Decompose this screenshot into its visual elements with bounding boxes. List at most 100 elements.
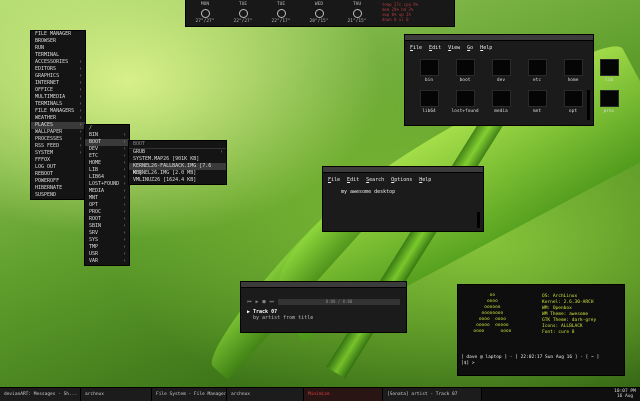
places-item[interactable]: DEV › (85, 146, 129, 153)
menu-item-suspend[interactable]: SUSPEND (31, 192, 85, 199)
menu-item-hibernate[interactable]: HIBERNATE (31, 185, 85, 192)
menu-item-graphics[interactable]: GRAPHICS › (31, 73, 85, 80)
taskbar: devianART: Messages - Sh... archnux File… (0, 387, 640, 401)
menu-edit[interactable]: Edit (429, 45, 441, 51)
places-item[interactable]: MNT › (85, 195, 129, 202)
weather-widget: MON 27°/27° TUE 22°/27° TUE 22°/17° WED 28°/… (185, 0, 455, 27)
places-item[interactable]: LIB64 › (85, 174, 129, 181)
weather-day: TUE 22°/27° (233, 2, 253, 24)
play-icon[interactable]: ▶ (256, 299, 259, 305)
places-item[interactable]: LIB › (85, 167, 129, 174)
folder-icon (455, 59, 475, 76)
menu-item-terminal[interactable]: TERMINAL (31, 52, 85, 59)
prev-icon[interactable]: ⏮ (247, 299, 252, 305)
places-item[interactable]: ETC › (85, 153, 129, 160)
menu-options[interactable]: Options (391, 177, 412, 183)
next-icon[interactable]: ⏭ (270, 299, 275, 305)
task-button[interactable]: [Sonata] artist - Track 07 (383, 388, 482, 401)
menu-help[interactable]: Help (480, 45, 492, 51)
places-item[interactable]: SYS › (85, 237, 129, 244)
clock: 10:07 PM 16 Aug (614, 389, 636, 399)
places-item[interactable]: / (85, 125, 129, 132)
places-item[interactable]: VAR › (85, 258, 129, 265)
folder-item[interactable]: dev (487, 59, 515, 83)
places-item[interactable]: SBIN › (85, 223, 129, 230)
task-button-active[interactable]: Minimize (304, 388, 383, 401)
folder-item[interactable]: media (487, 90, 515, 114)
folder-item[interactable]: lost+found (451, 90, 479, 114)
menu-item-internet[interactable]: INTERNET › (31, 80, 85, 87)
places-item[interactable]: BIN › (85, 132, 129, 139)
menu-item-log-out[interactable]: LOG OUT (31, 164, 85, 171)
menu-item-system[interactable]: SYSTEM › (31, 150, 85, 157)
menu-help[interactable]: Help (419, 177, 431, 183)
menu-item-accessories[interactable]: ACCESSORIES › (31, 59, 85, 66)
menu-search[interactable]: Search (366, 177, 384, 183)
boot-item[interactable]: SYSTEM.MAP26 [901K KB] (129, 156, 226, 163)
menu-bar: File Edit Search Options Help (323, 173, 483, 187)
boot-item[interactable]: VMLINUZ26 [1624.4 KB] (129, 177, 226, 184)
progress-bar[interactable]: 0:00 / 0:00 (278, 299, 400, 305)
menu-item-fffox[interactable]: FFFOX (31, 157, 85, 164)
weather-icon (314, 9, 324, 18)
folder-icon (599, 90, 619, 107)
places-item[interactable]: SRV › (85, 230, 129, 237)
menu-edit[interactable]: Edit (347, 177, 359, 183)
menu-file[interactable]: File (328, 177, 340, 183)
folder-icon (563, 59, 583, 76)
boot-item[interactable]: KERNEL26-FALLBACK.IMG [7.6 MB] (129, 163, 226, 176)
weather-icon (200, 9, 210, 18)
places-item[interactable]: USR › (85, 251, 129, 258)
folder-item[interactable]: mnt (523, 90, 551, 114)
folder-icon (599, 59, 619, 76)
places-item[interactable]: OPT › (85, 202, 129, 209)
menu-view[interactable]: View (448, 45, 460, 51)
menu-go[interactable]: Go (467, 45, 473, 51)
menu-item-rss-feed[interactable]: RSS FEED › (31, 143, 85, 150)
menu-item-multimedia[interactable]: MULTIMEDIA › (31, 94, 85, 101)
menu-item-wallpaper[interactable]: WALLPAPER › (31, 129, 85, 136)
menu-item-file-manager[interactable]: FILE MANAGER (31, 31, 85, 38)
folder-item[interactable]: lib64 (415, 90, 443, 114)
places-item[interactable]: ROOT › (85, 216, 129, 223)
folder-item[interactable]: lib (595, 59, 623, 83)
menu-item-office[interactable]: OFFICE › (31, 87, 85, 94)
menu-item-weather[interactable]: WEATHER › (31, 115, 85, 122)
folder-item[interactable]: opt (559, 90, 587, 114)
playback-controls: ⏮ ▶ ■ ⏭ 0:00 / 0:00 (241, 296, 406, 308)
places-item[interactable]: LOST+FOUND › (85, 181, 129, 188)
menu-item-terminals[interactable]: TERMINALS › (31, 101, 85, 108)
weather-day: THU 21°/15° (347, 2, 367, 24)
task-button[interactable]: File System - File Manager (152, 388, 227, 401)
menu-item-run[interactable]: RUN (31, 45, 85, 52)
boot-item[interactable]: KERNEL26.IMG [2.0 MB] (129, 170, 226, 177)
places-item[interactable]: TMP › (85, 244, 129, 251)
places-item[interactable]: HOME › (85, 160, 129, 167)
folder-item[interactable]: home (559, 59, 587, 83)
menu-file[interactable]: File (410, 45, 422, 51)
places-item[interactable]: MEDIA › (85, 188, 129, 195)
task-button[interactable]: archnux (81, 388, 152, 401)
stop-icon[interactable]: ■ (263, 299, 266, 305)
folder-item[interactable]: bin (415, 59, 443, 83)
menu-item-file-managers[interactable]: FILE MANAGERS › (31, 108, 85, 115)
places-item[interactable]: PROC › (85, 209, 129, 216)
boot-item[interactable]: GRUB › (129, 149, 226, 156)
folder-item[interactable]: proc (595, 90, 623, 114)
folder-item[interactable]: boot (451, 59, 479, 83)
places-item-boot[interactable]: BOOT › (85, 139, 129, 146)
shell-prompt[interactable]: [ dave @ laptop ] - [ 22:02:17 Sun Aug 1… (461, 355, 599, 367)
menu-item-editors[interactable]: EDITORS › (31, 66, 85, 73)
vertical-scrollbar[interactable] (587, 90, 590, 120)
menu-item-places[interactable]: PLACES › (31, 122, 85, 129)
menu-item-processes[interactable]: PROCESSES › (31, 136, 85, 143)
vertical-scrollbar[interactable] (477, 212, 480, 228)
task-button[interactable]: archnux (227, 388, 304, 401)
task-button[interactable]: devianART: Messages - Sh... (0, 388, 81, 401)
editor-text-area[interactable]: my awesome desktop (323, 187, 483, 197)
menu-item-reboot[interactable]: REBOOT (31, 171, 85, 178)
menu-item-poweroff[interactable]: POWEROFF (31, 178, 85, 185)
folder-item[interactable]: etc (523, 59, 551, 83)
menu-item-browser[interactable]: BROWSER (31, 38, 85, 45)
boot-submenu: BOOT GRUB › SYSTEM.MAP26 [901K KB] KERNEL… (128, 140, 227, 185)
